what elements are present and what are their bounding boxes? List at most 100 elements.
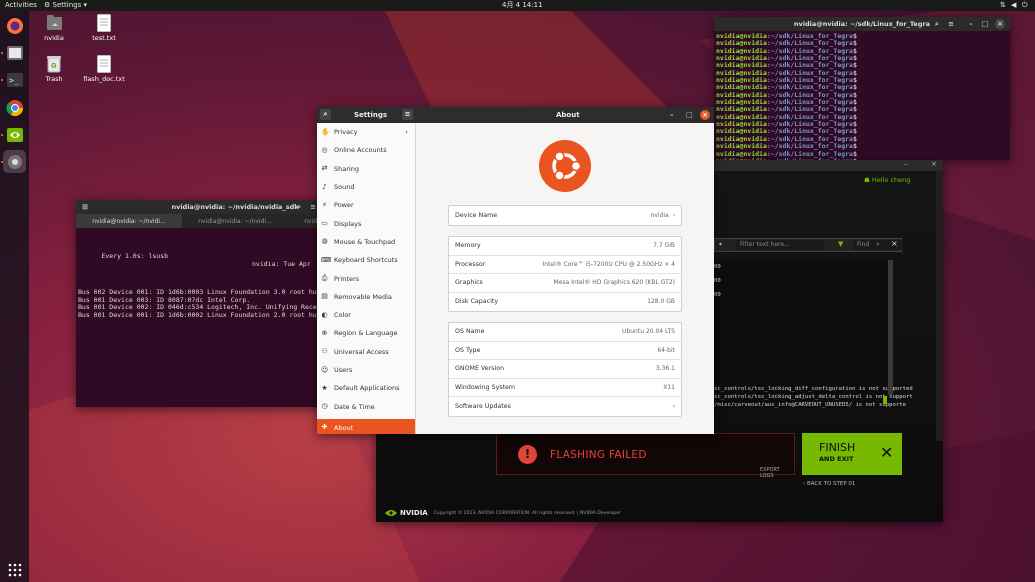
sidebar-item-mouse-touchpad[interactable]: ◍ Mouse & Touchpad xyxy=(317,233,415,251)
finish-sublabel: AND EXIT xyxy=(819,455,854,463)
row-label: Memory xyxy=(455,242,481,250)
filter-icon[interactable]: ▼ xyxy=(838,240,843,248)
back-to-step-link[interactable]: ‹ BACK TO STEP 01 xyxy=(803,481,855,487)
ubuntu-logo-icon xyxy=(539,140,591,192)
desktop-icon-label: nvidia xyxy=(44,34,64,42)
close-log-icon[interactable]: × xyxy=(891,239,898,248)
close-icon[interactable]: × xyxy=(995,19,1005,29)
files-launcher[interactable] xyxy=(3,41,26,64)
software-group: OS Name Ubuntu 20.04 LTS OS Type 64-bit GNOM… xyxy=(448,322,682,417)
minimize-icon[interactable]: – xyxy=(904,160,908,168)
terminal-tab[interactable]: nvidia@nvidia: ~/nvidi... xyxy=(182,214,288,228)
terminal-window-right[interactable]: nvidia@nvidia: ~/sdk/Linux_for_Tegra ⌕ ≡… xyxy=(714,17,1010,160)
search-icon[interactable]: ⌕ xyxy=(932,19,942,29)
firefox-launcher[interactable] xyxy=(3,14,26,37)
log-line: 00 xyxy=(714,264,721,270)
chevron-down-icon[interactable]: ▾ xyxy=(719,241,722,248)
sidebar-item-printers[interactable]: ⎙ Printers xyxy=(317,269,415,287)
close-icon[interactable]: × xyxy=(700,110,710,120)
sidebar-item-sharing[interactable]: ⇄ Sharing xyxy=(317,160,415,178)
search-icon[interactable]: ⌕ xyxy=(876,240,880,249)
row-label: GNOME Version xyxy=(455,365,505,373)
clock[interactable]: 4月 4 14:11 xyxy=(502,1,543,10)
search-icon[interactable]: ⌕ xyxy=(320,109,331,120)
sidebar-item-removable-media[interactable]: ▤ Removable Media xyxy=(317,288,415,306)
sidebar-item-about[interactable]: ✚ About xyxy=(317,418,415,434)
settings-window[interactable]: ⌕ Settings ≡ About – □ × ✋ Privacy › ◎ Onlin… xyxy=(317,107,714,434)
software-row: Windowing System X11 xyxy=(449,379,681,397)
activities-button[interactable]: Activities xyxy=(5,1,37,10)
log-scrollbar[interactable] xyxy=(888,260,893,395)
region-icon: ⊕ xyxy=(321,328,328,337)
volume-icon[interactable]: ◀ xyxy=(1011,1,1016,10)
flash-status-box: ! FLASHING FAILED EXPORT LOGS xyxy=(496,433,795,479)
sidebar-item-sound[interactable]: ♪ Sound xyxy=(317,178,415,196)
sidebar-item-default-applications[interactable]: ★ Default Applications xyxy=(317,379,415,397)
device-name-row[interactable]: Device Name nvidia › xyxy=(449,206,681,225)
close-icon[interactable]: × xyxy=(931,160,937,168)
displays-icon: ▭ xyxy=(321,219,328,228)
sidebar-item-displays[interactable]: ▭ Displays xyxy=(317,214,415,232)
settings-headerbar[interactable]: ⌕ Settings ≡ About – □ × xyxy=(317,107,714,123)
row-label: Software Updates xyxy=(455,402,511,410)
log-scroll-thumb[interactable] xyxy=(883,396,887,404)
network-icon[interactable]: ⇅ xyxy=(1000,1,1006,10)
nvidia-sdk-launcher[interactable] xyxy=(3,123,26,146)
terminal-output[interactable]: nvidia@nvidia:~/sdk/Linux_for_Tegra$ nvid… xyxy=(714,31,1010,160)
filter-input[interactable]: Filter text here... xyxy=(736,240,824,250)
terminal-titlebar[interactable]: nvidia@nvidia: ~/sdk/Linux_for_Tegra ⌕ ≡… xyxy=(714,17,1010,31)
chrome-launcher[interactable] xyxy=(3,96,26,119)
sidebar-item-privacy[interactable]: ✋ Privacy › xyxy=(317,123,415,141)
nvidia-logo-icon xyxy=(385,510,397,516)
sidebar-item-label: Displays xyxy=(334,219,362,228)
desktop-icon-trash[interactable]: ♻ Trash xyxy=(32,55,76,83)
log-output[interactable]: 00 00 00 sc_controls/tsc_locking_diff_conf… xyxy=(714,260,913,408)
new-tab-icon[interactable]: ⊞ xyxy=(80,202,90,212)
maximize-icon[interactable]: □ xyxy=(686,111,693,119)
sidebar-item-keyboard-shortcuts[interactable]: ⌨ Keyboard Shortcuts xyxy=(317,251,415,269)
sidebar-item-power[interactable]: ⚡ Power xyxy=(317,196,415,214)
finish-and-exit-button[interactable]: FINISH AND EXIT ✕ xyxy=(802,433,902,475)
sidebar-item-label: Online Accounts xyxy=(334,146,387,155)
log-toolbar: ▾ Filter text here... ▼ Find xyxy=(714,238,903,252)
files-icon xyxy=(6,45,23,60)
sidebar-item-region-language[interactable]: ⊕ Region & Language xyxy=(317,324,415,342)
sidebar-item-universal-access[interactable]: ⚇ Universal Access xyxy=(317,343,415,361)
flash-status-text: FLASHING FAILED xyxy=(550,449,647,461)
search-icon[interactable]: ⌕ xyxy=(294,202,304,212)
desktop-icon-label: Trash xyxy=(45,75,63,83)
menu-icon[interactable]: ≡ xyxy=(402,109,413,120)
row-label: Graphics xyxy=(455,279,483,287)
minimize-icon[interactable]: – xyxy=(966,19,976,29)
terminal-tab[interactable]: nvidia@nvidia: ~/nvidi... xyxy=(76,214,182,228)
running-indicator xyxy=(1,52,3,54)
sidebar-item-label: Color xyxy=(334,311,351,320)
power-menu-icon[interactable]: ⏻ xyxy=(1022,1,1028,10)
sidebar-item-label: Privacy xyxy=(334,128,358,137)
desktop-icon-test-txt[interactable]: test.txt xyxy=(82,14,126,42)
nvidia-icon xyxy=(6,127,23,142)
app-grid-icon xyxy=(8,563,21,576)
accessibility-icon: ⚇ xyxy=(321,347,328,356)
user-greeting[interactable]: ☗ Hello cheng xyxy=(864,176,910,184)
sidebar-item-online-accounts[interactable]: ◎ Online Accounts xyxy=(317,141,415,159)
app-menu[interactable]: ⚙ Settings ▾ xyxy=(44,1,87,10)
show-applications-button[interactable] xyxy=(3,558,26,581)
sidebar-item-users[interactable]: ☺ Users xyxy=(317,361,415,379)
default-apps-icon: ★ xyxy=(321,383,328,392)
minimize-icon[interactable]: – xyxy=(670,111,674,119)
sidebar-item-date-time[interactable]: ◷ Date & Time xyxy=(317,397,415,415)
desktop-icon-flash-doc[interactable]: flash_doc.txt xyxy=(82,55,126,83)
software-row[interactable]: Software Updates › xyxy=(449,397,681,416)
row-value: 3.36.1 xyxy=(655,365,675,373)
export-logs-link[interactable]: EXPORT LOGS xyxy=(760,467,794,479)
sharing-icon: ⇄ xyxy=(321,164,328,173)
sidebar-item-color[interactable]: ◐ Color xyxy=(317,306,415,324)
maximize-icon[interactable]: □ xyxy=(980,19,990,29)
scrollbar[interactable] xyxy=(936,171,943,441)
desktop-icon-nvidia[interactable]: nvidia xyxy=(32,14,76,42)
menu-icon[interactable]: ≡ xyxy=(946,19,956,29)
terminal-launcher[interactable]: >_ xyxy=(3,68,26,91)
software-row: GNOME Version 3.36.1 xyxy=(449,360,681,379)
settings-launcher[interactable] xyxy=(3,150,26,173)
